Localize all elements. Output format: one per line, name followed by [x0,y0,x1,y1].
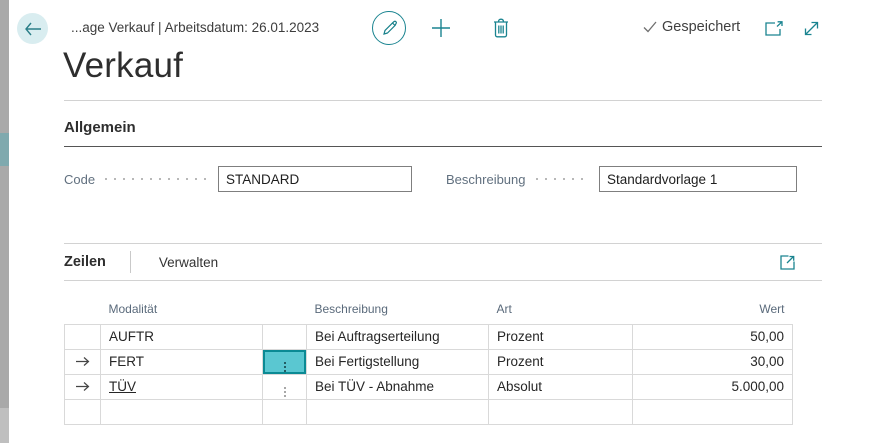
current-row-arrow-icon [76,382,90,391]
back-button[interactable] [17,13,48,44]
lines-section-label: Zeilen [64,254,106,270]
current-row-arrow-icon [76,357,90,366]
beschreibung-cell[interactable]: Bei TÜV - Abnahme [306,373,489,400]
breadcrumb: ...age Verkauf | Arbeitsdatum: 26.01.202… [71,20,320,35]
col-beschreibung[interactable]: Beschreibung [307,300,489,324]
art-cell[interactable]: Absolut [488,373,633,400]
row-indicator-cell [64,373,101,400]
wert-cell[interactable] [632,398,793,425]
field-code: Code [64,166,412,192]
row-menu-dots-icon [283,361,286,372]
row-indicator-cell [64,323,101,350]
plus-icon [430,17,452,39]
modalitaet-link[interactable]: TÜV [109,379,136,394]
check-icon [643,21,657,33]
description-input[interactable] [599,166,797,192]
col-wert[interactable]: Wert [633,300,793,324]
fullscreen-button[interactable] [800,18,822,38]
dotted-leader [535,178,589,180]
expand-arrows-icon [802,19,821,38]
table-row: TÜV Bei TÜV - Abnahme Absolut 5.000,00 [64,373,793,400]
open-in-window-button[interactable] [762,20,784,38]
modalitaet-cell: TÜV [100,373,263,400]
modalitaet-cell[interactable]: AUFTR [100,323,263,350]
col-row-indicator [65,300,101,324]
open-in-window-icon [764,21,783,37]
saved-label: Gespeichert [662,19,741,35]
page-edge-strip [0,0,9,443]
col-modalitaet[interactable]: Modalität [101,300,263,324]
new-button[interactable] [428,15,454,41]
delete-button[interactable] [488,15,513,41]
wert-cell[interactable]: 30,00 [632,348,793,375]
modalitaet-cell[interactable] [100,398,263,425]
row-menu-cell[interactable] [262,398,307,425]
wert-cell[interactable]: 50,00 [632,323,793,350]
page-edge-light-segment [0,408,9,443]
modalitaet-cell[interactable]: FERT [100,348,263,375]
lines-bar-divider [129,251,131,273]
row-menu-cell[interactable] [262,373,307,400]
row-menu-cell-selected[interactable] [262,348,307,375]
art-cell[interactable]: Prozent [488,348,633,375]
section-general-label: Allgemein [64,119,136,136]
saved-indicator: Gespeichert [643,19,740,35]
lines-focus-button[interactable] [778,253,796,271]
row-menu-cell[interactable] [262,323,307,350]
table-row: AUFTR Bei Auftragserteilung Prozent 50,0… [64,323,793,350]
art-cell[interactable]: Prozent [488,323,633,350]
row-indicator-cell [64,348,101,375]
table-header-row: Modalität Beschreibung Art Wert [65,300,793,324]
focus-mode-icon [779,254,795,270]
beschreibung-cell[interactable]: Bei Fertigstellung [306,348,489,375]
code-label: Code [64,171,96,187]
edit-button[interactable] [372,11,406,45]
title-divider [64,100,822,101]
beschreibung-cell[interactable] [306,398,489,425]
beschreibung-cell[interactable]: Bei Auftragserteilung [306,323,489,350]
code-input[interactable] [218,166,412,192]
table-row-empty [64,398,793,425]
back-arrow-icon [24,22,42,36]
col-row-menu [263,300,307,324]
row-menu-dots-icon [283,386,286,397]
row-indicator-cell [64,398,101,425]
trash-icon [492,18,510,38]
section-general-header: Allgemein [64,119,822,147]
col-art[interactable]: Art [489,300,633,324]
pencil-icon [381,20,398,37]
page-edge-teal-segment [0,133,9,166]
wert-cell[interactable]: 5.000,00 [632,373,793,400]
field-description: Beschreibung [446,166,797,192]
art-cell[interactable] [488,398,633,425]
manage-menu[interactable]: Verwalten [159,255,218,270]
lines-table: Modalität Beschreibung Art Wert AUFTR Be… [64,300,793,425]
description-label: Beschreibung [446,171,526,187]
page-title: Verkauf [63,46,184,85]
lines-section-bar: Zeilen Verwalten [64,243,822,281]
table-row: FERT Bei Fertigstellung Prozent 30,00 [64,348,793,375]
dotted-leader [105,178,208,180]
